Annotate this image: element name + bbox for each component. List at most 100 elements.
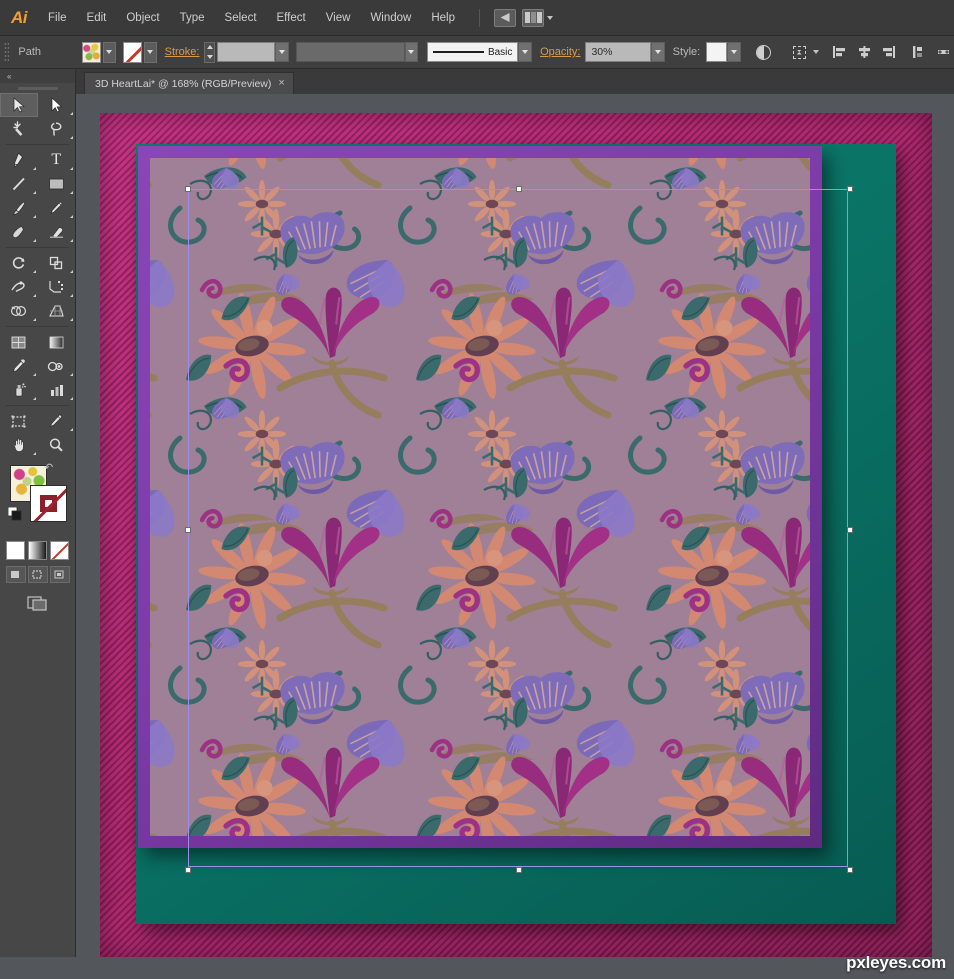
type-tool[interactable]: T [38,148,76,172]
slice-tool[interactable] [38,409,76,433]
align-left-icon[interactable] [829,41,851,63]
control-bar-grip[interactable] [4,42,10,62]
distribute-vertical-icon[interactable] [908,41,930,63]
column-graph-tool[interactable] [38,378,76,402]
collapse-panel-icon[interactable]: « [7,72,12,81]
selection-tool[interactable] [0,93,38,117]
draw-inside-button[interactable] [49,566,70,583]
stroke-profile-field[interactable] [295,42,405,62]
blend-tool[interactable] [38,354,76,378]
gradient-mode-button[interactable] [28,541,47,560]
document-tab[interactable]: 3D HeartLai* @ 168% (RGB/Preview) × [84,72,294,94]
brush-definition-preview[interactable]: Basic [427,42,519,62]
menu-item-edit[interactable]: Edit [77,0,117,36]
menu-item-effect[interactable]: Effect [267,0,316,36]
draw-mode-row [0,566,75,583]
document-canvas[interactable] [76,94,954,979]
free-transform-tool[interactable] [38,275,76,299]
gradient-tool[interactable] [38,330,76,354]
pen-tool[interactable] [0,148,38,172]
eyedropper-tool[interactable] [0,354,38,378]
zoom-tool[interactable] [38,433,76,457]
artboard[interactable] [100,113,932,958]
menu-item-object[interactable]: Object [116,0,169,36]
hand-tool[interactable] [0,433,38,457]
floral-pattern-artwork[interactable] [150,158,810,836]
menu-divider [479,8,480,27]
direct-selection-tool[interactable] [38,93,76,117]
none-mode-button[interactable] [50,541,69,560]
chevron-down-icon[interactable] [547,15,553,20]
blob-brush-tool[interactable] [0,220,38,244]
line-segment-tool[interactable] [0,172,38,196]
watermark: pxleyes.com [846,953,946,972]
tools-panel-grabber[interactable] [0,83,75,93]
align-right-icon[interactable] [878,41,900,63]
distribute-horizontal-icon[interactable] [932,41,954,63]
document-tab-title: 3D HeartLai* @ 168% (RGB/Preview) [95,77,272,90]
width-tool[interactable] [0,275,38,299]
stroke-swatch[interactable] [122,41,142,63]
transform-chevron-down-icon[interactable] [812,50,819,54]
rotate-tool[interactable] [0,251,38,275]
tools-grid: T [0,93,75,457]
inner-frame[interactable] [138,146,822,848]
brush-definition-dropdown[interactable] [518,42,533,62]
brush-stroke-line [433,50,484,54]
paintbrush-tool[interactable] [0,196,38,220]
align-center-icon[interactable] [854,41,876,63]
fill-stroke-indicator: ↶ [0,461,75,537]
tools-panel-header[interactable]: « [0,69,75,83]
change-screen-mode-button[interactable] [25,593,51,613]
fill-swatch[interactable] [81,41,101,63]
stroke-swatch-dropdown[interactable] [143,41,157,63]
stroke-color-swatch[interactable] [30,485,67,522]
arrange-documents-icon[interactable] [522,8,544,27]
opacity-circle-icon[interactable] [753,41,775,63]
pencil-tool[interactable] [38,196,76,220]
go-to-bridge-icon[interactable] [494,8,516,27]
opacity-dropdown[interactable] [650,42,665,62]
menu-item-help[interactable]: Help [421,0,465,36]
graphic-style-dropdown[interactable] [727,42,741,62]
status-strip [0,957,954,979]
menu-item-type[interactable]: Type [170,0,215,36]
stroke-label[interactable]: Stroke: [165,46,200,58]
shape-builder-tool[interactable] [0,299,38,323]
document-tab-bar: 3D HeartLai* @ 168% (RGB/Preview) × [76,69,954,94]
menu-item-file[interactable]: File [38,0,77,36]
opacity-field[interactable]: 30% [585,42,651,62]
stroke-weight-dropdown[interactable] [274,42,289,62]
eraser-tool[interactable] [38,220,76,244]
object-type-label: Path [18,46,42,58]
magic-wand-tool[interactable] [0,117,38,141]
stroke-weight-field[interactable] [217,42,275,62]
perspective-grid-tool[interactable] [38,299,76,323]
style-label: Style: [672,46,701,58]
color-mode-button[interactable] [6,541,25,560]
draw-normal-button[interactable] [5,566,26,583]
menu-item-window[interactable]: Window [360,0,421,36]
default-fill-stroke-icon[interactable] [7,506,22,521]
draw-behind-button[interactable] [27,566,48,583]
graphic-style-swatch[interactable] [706,42,728,62]
screen-mode-row [0,593,75,613]
close-icon[interactable]: × [278,78,284,89]
stroke-profile-dropdown[interactable] [404,42,419,62]
menu-bar: Ai File Edit Object Type Select Effect V… [0,0,954,36]
swap-fill-stroke-icon[interactable]: ↶ [44,461,53,474]
artboard-tool[interactable] [0,409,38,433]
scale-tool[interactable] [38,251,76,275]
menu-item-select[interactable]: Select [215,0,267,36]
symbol-sprayer-tool[interactable] [0,378,38,402]
menu-item-view[interactable]: View [316,0,361,36]
stroke-weight-stepper[interactable] [204,41,216,63]
illustrator-window: Ai File Edit Object Type Select Effect V… [0,0,954,979]
transform-icon[interactable] [788,41,810,63]
fill-swatch-dropdown[interactable] [102,41,116,63]
opacity-label[interactable]: Opacity: [540,46,580,58]
mesh-tool[interactable] [0,330,38,354]
floral-pattern-svg [150,158,810,836]
rectangle-tool[interactable] [38,172,76,196]
lasso-tool[interactable] [38,117,76,141]
